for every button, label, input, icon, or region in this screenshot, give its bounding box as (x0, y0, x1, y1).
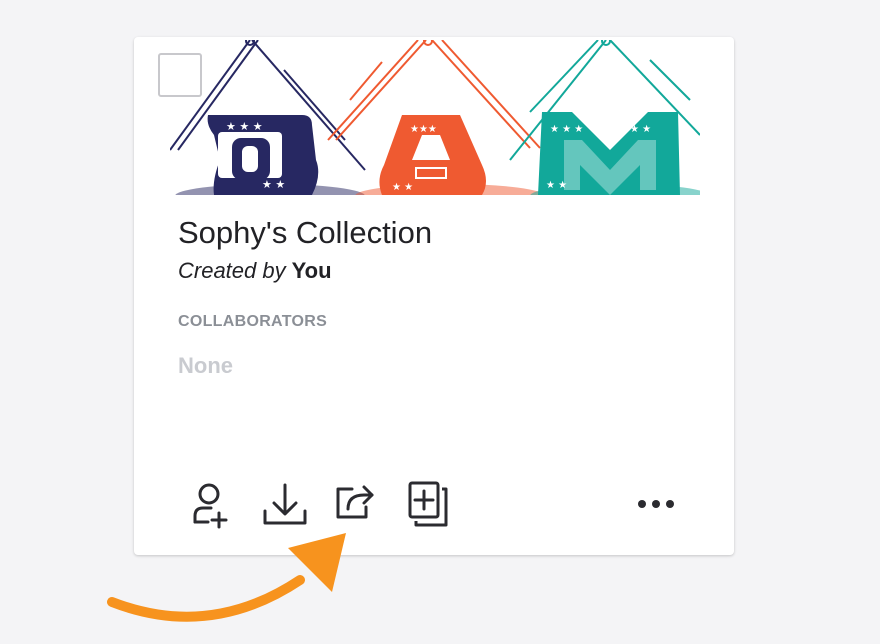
svg-text:★ ★: ★ ★ (546, 180, 567, 191)
thumbnail-letter-teal: ★ ★ ★ ★ ★ ★ ★ (509, 40, 700, 195)
duplicate-button[interactable] (402, 477, 452, 529)
more-options-icon (638, 500, 674, 508)
download-button[interactable] (260, 477, 310, 529)
select-checkbox[interactable] (158, 53, 202, 97)
collection-title[interactable]: Sophy's Collection (178, 215, 432, 251)
svg-text:★ ★: ★ ★ (630, 124, 651, 135)
thumbnail-letter-orange: ★★★ ★ ★ (327, 40, 545, 195)
created-by-label: Created by (178, 258, 286, 283)
svg-text:★ ★ ★: ★ ★ ★ (226, 120, 263, 133)
svg-text:★ ★: ★ ★ (262, 178, 285, 191)
collaborators-label: COLLABORATORS (178, 313, 328, 330)
download-icon (263, 483, 307, 525)
add-collaborator-icon (193, 483, 228, 529)
more-options-button[interactable] (632, 477, 682, 529)
collaborators-value: None (178, 353, 233, 378)
share-button[interactable] (330, 477, 380, 529)
svg-text:★★★: ★★★ (410, 124, 437, 135)
collection-card[interactable]: ★ ★ ★ ★ ★ ★★★ ★ ★ ★ ★ ★ ★ ★ ★ ★ Sophy's … (134, 37, 734, 555)
duplicate-icon (408, 481, 448, 527)
svg-text:★ ★: ★ ★ (392, 182, 413, 193)
created-by: Created by You (178, 258, 332, 284)
share-icon (336, 485, 374, 519)
add-collaborator-button[interactable] (186, 477, 236, 529)
svg-text:★ ★ ★: ★ ★ ★ (550, 124, 583, 135)
collection-thumbnail[interactable]: ★ ★ ★ ★ ★ ★★★ ★ ★ ★ ★ ★ ★ ★ ★ ★ (170, 40, 700, 195)
created-by-name: You (291, 258, 332, 283)
